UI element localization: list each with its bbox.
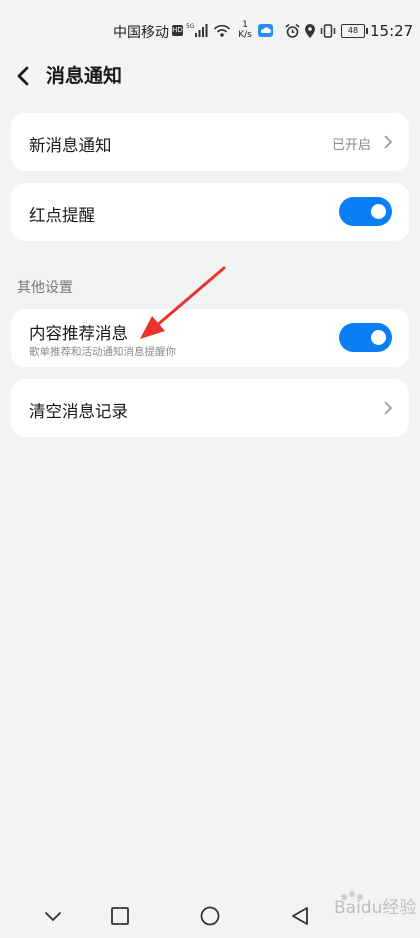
new-message-label: 新消息通知 (29, 136, 112, 155)
chevron-left-icon (17, 66, 29, 86)
net-type-label: 5G (186, 23, 195, 30)
new-message-status: 已开启 (331, 138, 371, 153)
status-bar: 中国移动 HD 5G 1 K/s 48 15:27 (0, 0, 420, 64)
square-recent-icon (111, 907, 129, 925)
hd-badge: HD (172, 25, 183, 36)
watermark-text: Baidu经验 (334, 898, 416, 918)
alarm-icon (285, 24, 300, 38)
carrier-label: 中国移动 (113, 25, 169, 41)
toggle-knob (371, 204, 386, 219)
hide-nav-button[interactable] (41, 904, 65, 928)
back-button[interactable] (12, 62, 36, 90)
baidu-watermark: Baidu经验 (334, 891, 416, 918)
cloud-icon (258, 24, 273, 37)
clock-time: 15:27 (370, 22, 414, 40)
new-message-notification-row[interactable]: 新消息通知 已开启 (11, 113, 409, 171)
speed-unit: K/s (238, 30, 252, 40)
chevron-down-icon (45, 912, 61, 922)
message-notification-page: 中国移动 HD 5G 1 K/s 48 15:27 消息通知 新消息通知 已开启… (0, 0, 420, 938)
recommend-description: 歌单推荐和活动通知消息提醒你 (29, 346, 176, 358)
chevron-right-icon (384, 135, 393, 149)
location-icon (305, 24, 315, 38)
red-dot-toggle[interactable] (339, 197, 392, 226)
clear-history-row[interactable]: 清空消息记录 (11, 379, 409, 437)
vibrate-icon (320, 24, 336, 38)
signal-icon: 5G (186, 22, 210, 38)
red-dot-label: 红点提醒 (29, 206, 95, 225)
network-speed: 1 K/s (236, 20, 254, 40)
recent-apps-button[interactable] (108, 904, 132, 928)
content-recommend-row: 内容推荐消息 歌单推荐和活动通知消息提醒你 (11, 309, 409, 367)
home-button[interactable] (198, 904, 222, 928)
red-dot-reminder-row: 红点提醒 (11, 183, 409, 241)
page-title: 消息通知 (46, 65, 123, 87)
circle-home-icon (200, 906, 220, 926)
battery-indicator: 48 (341, 24, 368, 38)
toggle-knob (371, 330, 386, 345)
clear-history-label: 清空消息记录 (29, 402, 128, 421)
recommend-toggle[interactable] (339, 323, 392, 352)
chevron-right-icon (384, 401, 393, 415)
wifi-icon (213, 24, 231, 38)
recommend-label: 内容推荐消息 (29, 324, 128, 343)
app-header: 消息通知 (0, 58, 420, 94)
section-header-other-settings: 其他设置 (17, 280, 73, 296)
speed-value: 1 (242, 20, 248, 30)
